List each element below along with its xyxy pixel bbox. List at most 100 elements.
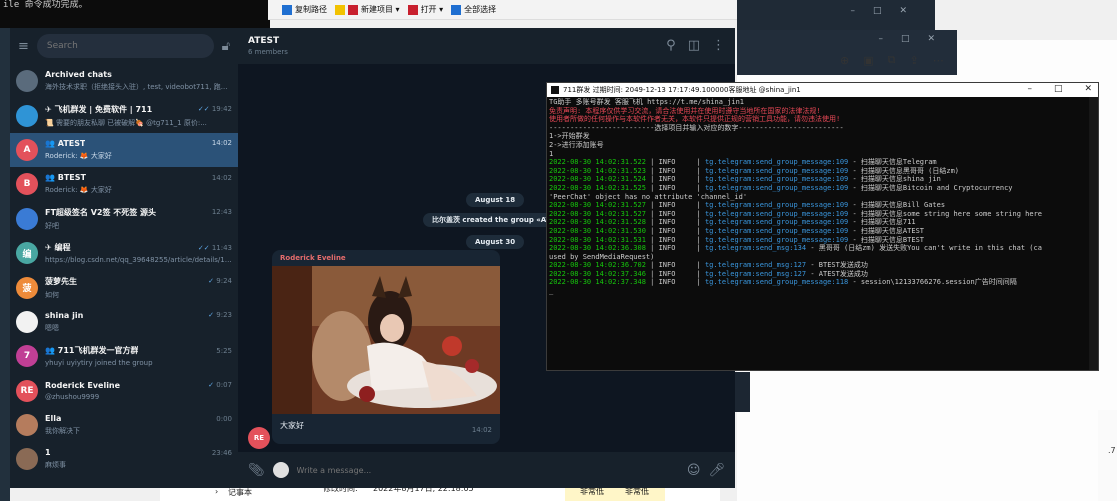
zoom-icon[interactable]: ⊕ — [840, 54, 849, 67]
message-author[interactable]: Roderick Eveline — [272, 250, 500, 266]
copy-path-icon — [282, 4, 292, 15]
chat-list-item[interactable]: 1 23:46 麻烦事 — [10, 442, 238, 476]
menu-icon[interactable]: ≡ — [18, 40, 29, 53]
open-button[interactable]: 打开 ▾ — [407, 4, 443, 15]
chat-body: 菠萝先生 ✓ 9:24 如何 — [45, 276, 232, 300]
chat-time: 5:25 — [216, 346, 232, 355]
chat-preview: https://blog.csdn.net/qq_39648255/articl… — [45, 256, 232, 265]
chat-header[interactable]: ATEST 6 members — [238, 28, 735, 64]
log-source: tg.telegram:send_group_message:109 — [704, 235, 849, 244]
select-all-button[interactable]: 全部选择 — [451, 4, 496, 15]
chat-avatar — [16, 70, 38, 93]
copy-icon[interactable]: ⧉ — [888, 53, 896, 67]
chat-row: ✈ 编程 ✓✓ 11:43 — [45, 242, 232, 253]
log-message: 扫描聊天信息711 — [860, 218, 916, 227]
log-timestamp: 2022-08-30 14:02:36.308 — [549, 244, 646, 253]
console-line: 1 — [549, 149, 554, 158]
console-scrollbar[interactable] — [1089, 97, 1098, 370]
log-timestamp: 2022-08-30 14:02:31.531 — [549, 235, 646, 244]
chat-name: shina jin — [45, 310, 84, 320]
message-photo[interactable] — [272, 266, 500, 414]
chat-body: 👥 711飞机群发一官方群 5:25 yhuyi uyiytiry joined… — [45, 345, 232, 367]
emoji-icon[interactable]: ☺ — [687, 464, 701, 477]
chat-avatar — [16, 104, 38, 127]
console-titlebar[interactable]: 711群发 过期时间: 2049-12-13 17:17:49.100000客服… — [547, 83, 1098, 97]
new-item-button[interactable]: 新建项目 ▾ — [335, 4, 400, 15]
log-message: session\12133766276.session广告时间间隔 — [860, 278, 1017, 287]
select-all-label: 全部选择 — [464, 5, 497, 14]
chat-list: Archived chats 海外技术求职（拒绝接头入驻）, test, vid… — [10, 64, 238, 477]
lock-icon[interactable]: 🔓︎ — [222, 40, 230, 53]
microphone-icon[interactable]: 🎤︎ — [708, 464, 725, 477]
chat-body: FT超级签名 V2签 不死签 源头 12:43 好吧 — [45, 207, 232, 231]
chat-list-item[interactable]: A 👥 ATEST 14:02 Roderick: 🦊 大家好 — [10, 132, 238, 168]
search-icon[interactable]: ⚲ — [666, 38, 676, 53]
copy-path-button[interactable]: 复制路径 — [282, 4, 327, 15]
window-controls[interactable]: –□✕ — [878, 34, 953, 44]
date-divider: August 18 — [466, 191, 525, 207]
chat-body: Archived chats 海外技术求职（拒绝接头入驻）, test, vid… — [45, 70, 232, 92]
more-icon[interactable]: ⋯ — [933, 54, 944, 67]
chat-preview: 我你解决下 — [45, 427, 80, 436]
chat-list-item[interactable]: RE Roderick Eveline ✓ 0:07 @zhushou9999 — [10, 374, 238, 408]
chat-list-item[interactable]: 菠 菠萝先生 ✓ 9:24 如何 — [10, 270, 238, 304]
search-input[interactable] — [36, 34, 214, 58]
sender-avatar[interactable]: RE — [248, 427, 270, 449]
window-controls[interactable]: –□✕ — [850, 6, 925, 16]
folder-icon — [335, 4, 345, 15]
log-source: tg.telegram:send_group_message:109 — [704, 166, 849, 175]
console-line: 2022-08-30 14:02:31.528 | INFO | tg.tele… — [549, 218, 916, 227]
read-ticks-icon: ✓ — [208, 381, 215, 390]
background-toolbar: ⊕ ▣ ⧉ ⇪ ⋯ — [840, 50, 1115, 70]
console-output[interactable]: TG助手 多账号群发 客服飞机 https://t.me/shina_jin1 免… — [549, 98, 1089, 370]
console-line: 'PeerChat' object has no attribute 'chan… — [549, 192, 748, 201]
chat-name: 👥 BTEST — [45, 173, 86, 183]
attach-icon[interactable]: 📎︎ — [248, 464, 265, 477]
chat-preview: 麻烦事 — [45, 461, 66, 470]
chat-body: Ella 0:00 我你解决下 — [45, 414, 232, 436]
message-input[interactable] — [296, 465, 679, 475]
chat-list-item[interactable]: FT超级签名 V2签 不死签 源头 12:43 好吧 — [10, 202, 238, 236]
message-bubble[interactable]: Roderick Eveline 大家好 14:02 — [272, 250, 500, 444]
chat-name: Ella — [45, 414, 62, 424]
chat-avatar — [16, 448, 38, 471]
notepad-item[interactable]: 记事本 — [228, 487, 252, 498]
console-line: 2022-08-30 14:02:31.527 | INFO | tg.tele… — [549, 201, 946, 210]
log-timestamp: 2022-08-30 14:02:31.523 — [549, 166, 646, 175]
close-icon[interactable]: ✕ — [1084, 84, 1092, 94]
log-message: 扫描聊天信息shina jin — [860, 175, 941, 184]
date-divider: August 30 — [466, 233, 525, 249]
chat-time: 9:24 — [216, 277, 232, 286]
user-avatar[interactable] — [272, 462, 289, 478]
chat-list-item[interactable]: B 👥 BTEST 14:02 Roderick: 🦊 大家好 — [10, 167, 238, 201]
chat-preview: 嗯嗯 — [45, 323, 59, 332]
chat-list-item[interactable]: Ella 0:00 我你解决下 — [10, 408, 238, 442]
minimize-icon[interactable]: – — [1027, 84, 1032, 94]
read-ticks-icon: ✓✓ — [197, 243, 210, 252]
chat-avatar: 菠 — [16, 276, 38, 299]
chat-list-item[interactable]: Archived chats 海外技术求职（拒绝接头入驻）, test, vid… — [10, 64, 238, 98]
share-icon[interactable]: ⇪ — [909, 54, 918, 67]
log-level: INFO — [658, 218, 676, 227]
console-line: TG助手 多账号群发 客服飞机 https://t.me/shina_jin1 — [549, 98, 745, 106]
log-source: tg.telegram:send_msg:127 — [704, 261, 807, 270]
log-message: ATEST发送成功 — [818, 269, 868, 278]
chat-list-item[interactable]: shina jin ✓ 9:23 嗯嗯 — [10, 305, 238, 339]
bg-console-line: ile 命令成功完成。 — [3, 0, 88, 10]
log-source: tg.telegram:send_group_message:109 — [704, 209, 849, 218]
chat-body: ✈ 飞机群发 | 免费软件 | 711 ✓✓ 19:42 📜 需要的朋友私聊 已… — [45, 104, 232, 128]
log-message: 扫描聊天信息Bitcoin and Cryptocurrency — [860, 183, 1013, 192]
tree-chevron-icon[interactable]: › — [215, 487, 218, 496]
sidebar-toggle-icon[interactable]: ◫ — [688, 38, 700, 53]
explorer-ribbon: 复制路径 新建项目 ▾ 打开 ▾ 全部选择 — [268, 0, 738, 20]
chat-list-item[interactable]: ✈ 飞机群发 | 免费软件 | 711 ✓✓ 19:42 📜 需要的朋友私聊 已… — [10, 98, 238, 132]
chat-list-item[interactable]: 编 ✈ 编程 ✓✓ 11:43 https://blog.csdn.net/qq… — [10, 236, 238, 270]
more-icon[interactable]: ⋮ — [712, 38, 725, 53]
chat-row: 👥 ATEST 14:02 — [45, 139, 232, 148]
save-icon[interactable]: ▣ — [863, 54, 873, 67]
log-source: tg.telegram:send_group_message:109 — [704, 183, 849, 192]
chat-name: ✈ 飞机群发 | 免费软件 | 711 — [45, 104, 153, 114]
chat-list-item[interactable]: 7 👥 711飞机群发一官方群 5:25 yhuyi uyiytiry join… — [10, 339, 238, 373]
console-line: 2022-08-30 14:02:31.525 | INFO | tg.tele… — [549, 183, 1013, 192]
maximize-icon[interactable]: □ — [1054, 84, 1063, 94]
